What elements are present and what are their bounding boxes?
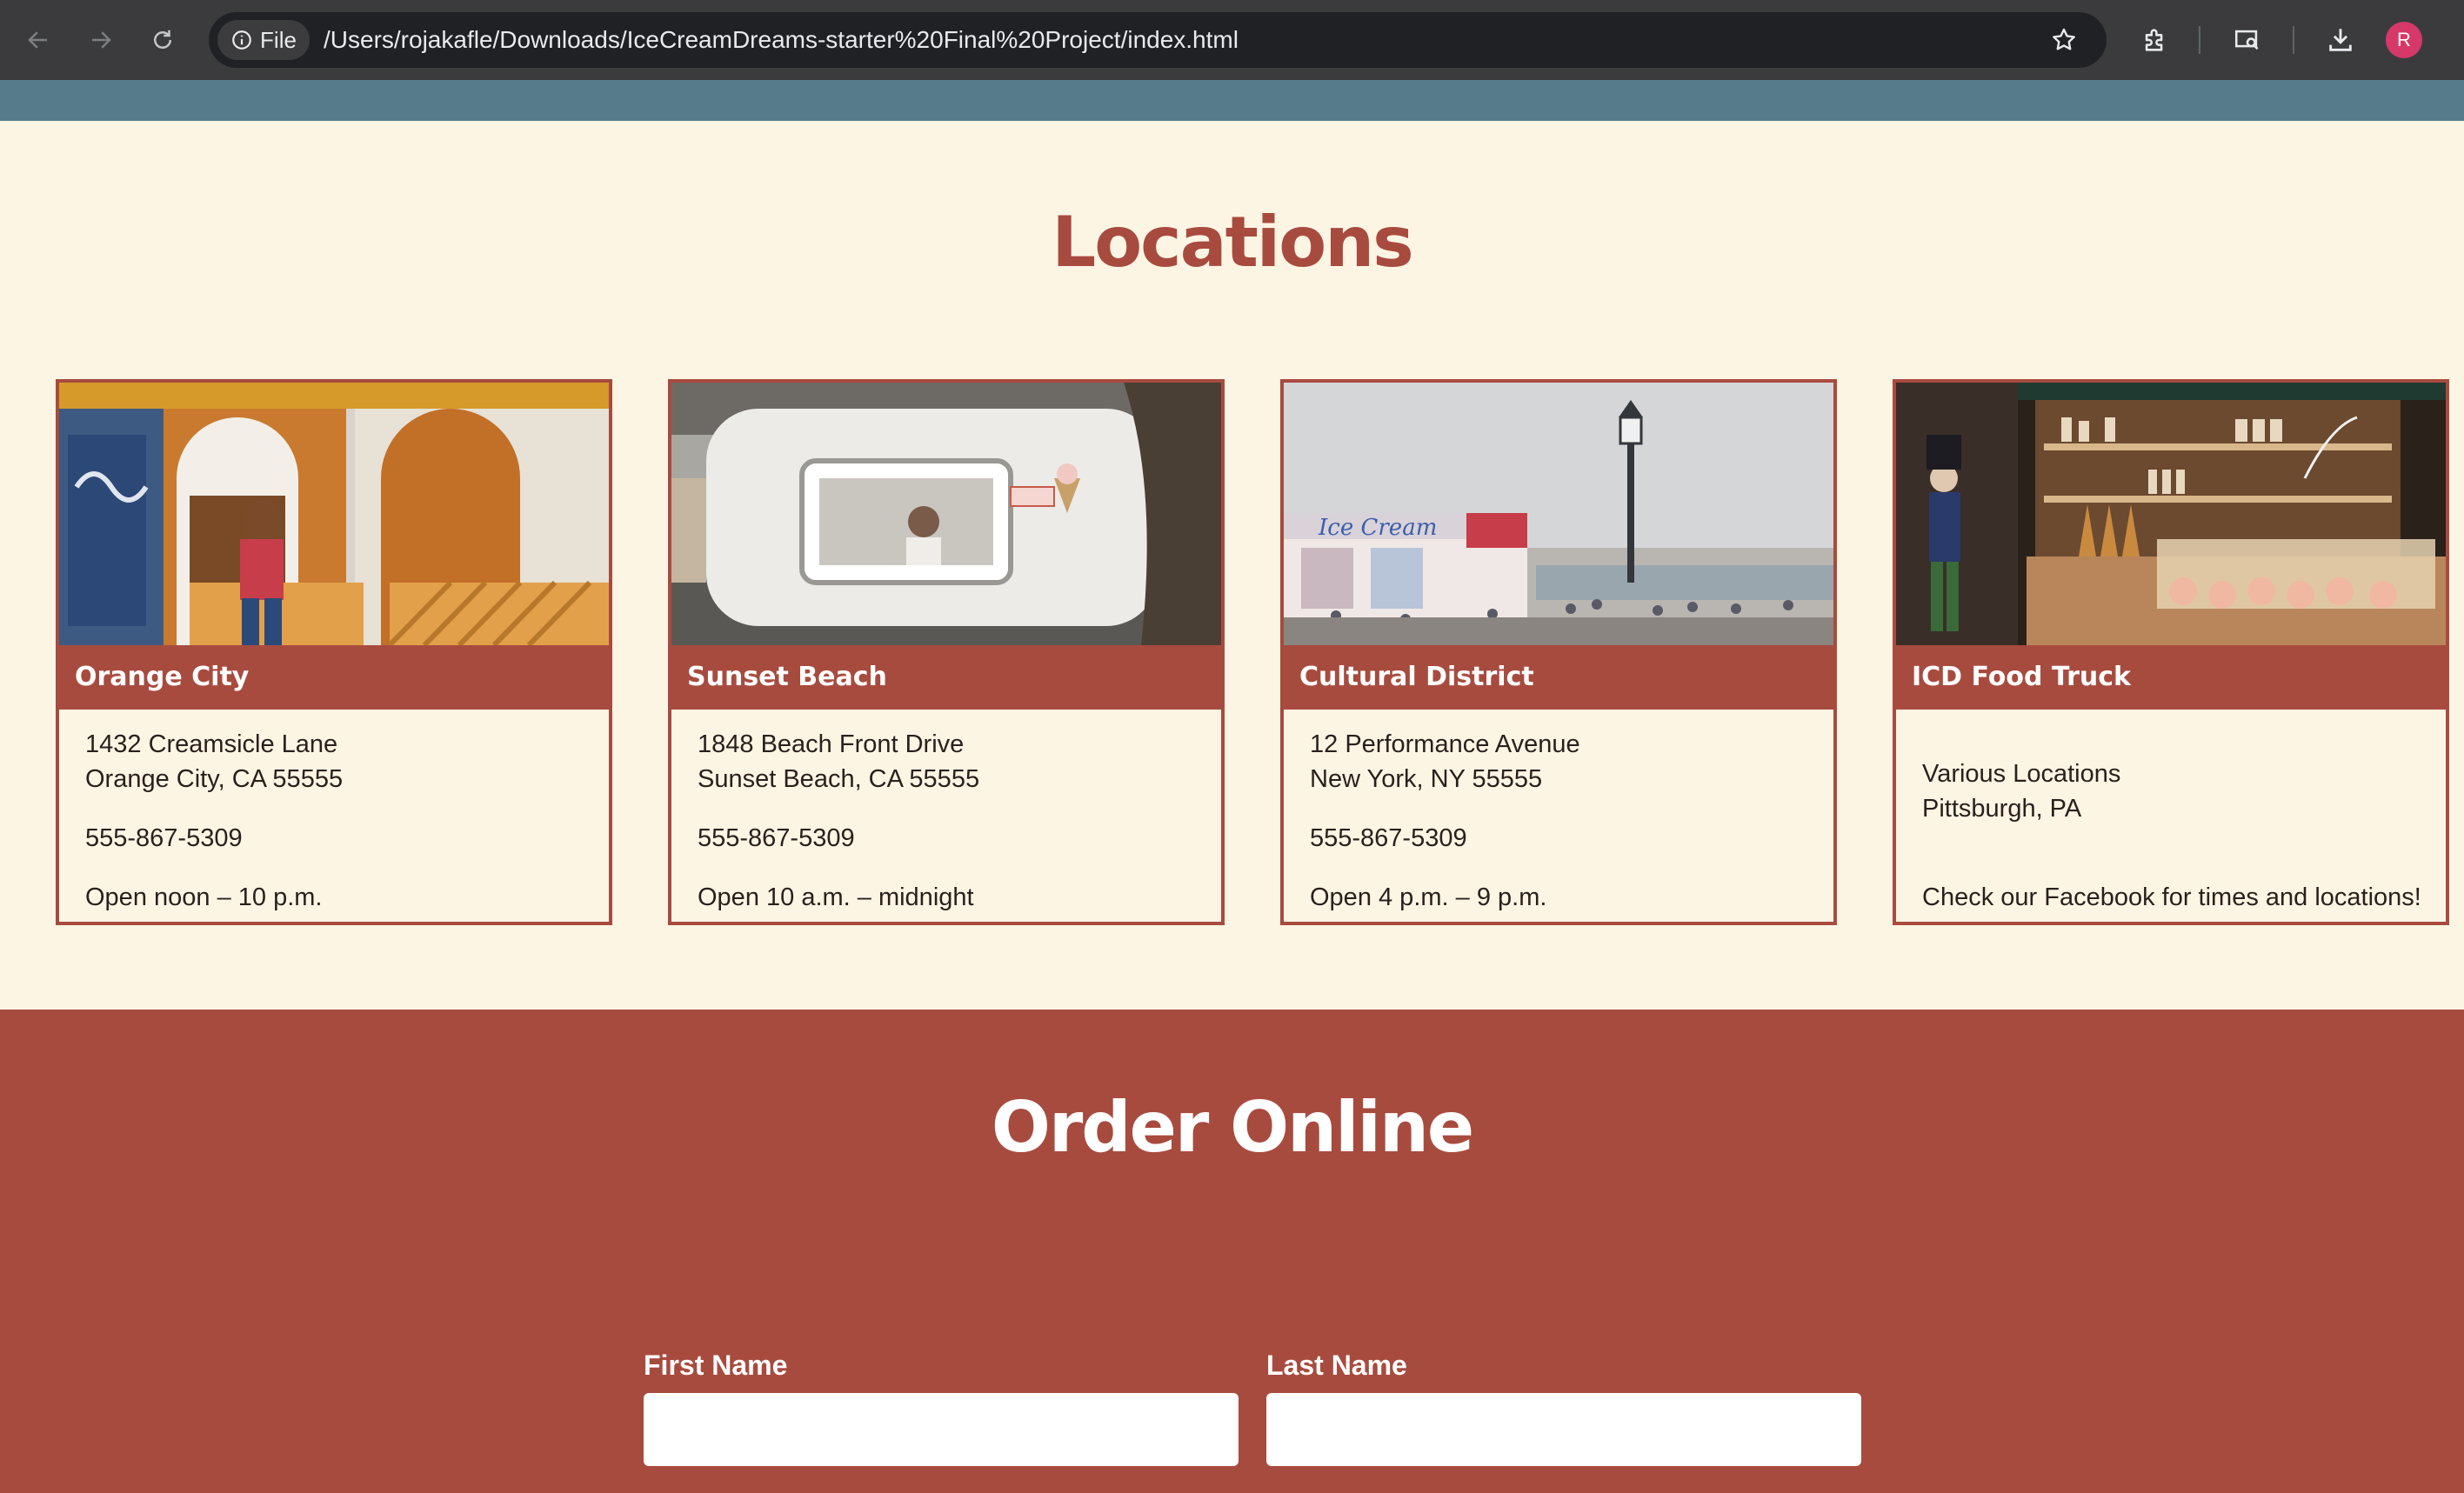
location-card-orange-city: Orange City 1432 Creamsicle Lane Orange … [56, 379, 612, 925]
location-card-icd-food-truck: ICD Food Truck Various Locations Pittsbu… [1893, 379, 2449, 925]
location-details: 1432 Creamsicle Lane Orange City, CA 555… [85, 727, 600, 915]
address-line-2: New York, NY 55555 [1310, 765, 1543, 793]
toolbar-divider [2199, 26, 2200, 54]
forward-arrow-icon [92, 31, 111, 49]
order-online-title: Order Online [991, 1087, 1474, 1168]
location-name: ICD Food Truck [1896, 645, 2446, 710]
opening-hours: Open 4 p.m. – 9 p.m. [1310, 883, 1547, 911]
phone-number: 555-867-5309 [85, 824, 243, 852]
forward-button[interactable] [80, 19, 122, 61]
address-line-1: 12 Performance Avenue [1310, 730, 1580, 758]
star-icon [2053, 28, 2075, 50]
address-line-2: Orange City, CA 55555 [85, 765, 344, 793]
info-icon [232, 30, 251, 50]
downloads-button[interactable] [2320, 19, 2361, 61]
site-info-chip[interactable]: File [217, 20, 310, 60]
location-photo-orange-city [59, 383, 609, 645]
location-name: Cultural District [1284, 645, 1833, 710]
address-line-1: Various Locations [1922, 760, 2121, 788]
back-button[interactable] [17, 19, 59, 61]
opening-hours: Open 10 a.m. – midnight [698, 883, 974, 911]
locations-title: Locations [1052, 202, 1414, 283]
location-photo-cultural-district: Ice Cream [1284, 383, 1833, 645]
svg-text:Ice Cream: Ice Cream [1318, 515, 1437, 541]
last-name-field[interactable] [1266, 1393, 1861, 1466]
address-line-1: 1432 Creamsicle Lane [85, 730, 338, 758]
location-details: 1848 Beach Front Drive Sunset Beach, CA … [698, 727, 1212, 915]
extensions-button[interactable] [2134, 19, 2176, 61]
profile-avatar[interactable]: R [2386, 22, 2422, 58]
location-name: Sunset Beach [671, 645, 1221, 710]
address-bar[interactable]: File /Users/rojakafle/Downloads/IceCream… [209, 12, 2107, 68]
location-details: 12 Performance Avenue New York, NY 55555… [1310, 727, 1825, 915]
phone-number: 555-867-5309 [698, 824, 855, 852]
tab-search-button[interactable] [2227, 19, 2268, 61]
first-name-label: First Name [644, 1350, 788, 1381]
location-name: Orange City [59, 645, 609, 710]
back-arrow-icon [28, 31, 47, 49]
opening-hours: Open noon – 10 p.m. [85, 883, 323, 911]
download-icon [2329, 29, 2352, 51]
facebook-note: Check our Facebook for times and locatio… [1922, 883, 2421, 911]
phone-number: 555-867-5309 [1310, 824, 1467, 852]
header-strip [0, 80, 2464, 121]
last-name-label: Last Name [1266, 1350, 1407, 1381]
toolbar-divider [2293, 26, 2294, 54]
location-card-sunset-beach: Sunset Beach 1848 Beach Front Drive Suns… [668, 379, 1225, 925]
address-line-2: Sunset Beach, CA 55555 [698, 765, 980, 793]
address-line-1: 1848 Beach Front Drive [698, 730, 965, 758]
browser-toolbar: File /Users/rojakafle/Downloads/IceCream… [0, 0, 2464, 80]
screen-search-icon [2234, 30, 2259, 50]
first-name-field[interactable] [644, 1393, 1239, 1466]
location-photo-sunset-beach [671, 383, 1221, 645]
puzzle-icon [2145, 29, 2163, 51]
location-photo-icd-food-truck [1896, 383, 2446, 645]
location-details: Various Locations Pittsburgh, PA Check o… [1922, 756, 2437, 915]
file-chip-label: File [260, 26, 297, 53]
reload-button[interactable] [142, 19, 184, 61]
address-line-2: Pittsburgh, PA [1922, 795, 2082, 823]
location-card-cultural-district: Ice Cream Cultural District 12 Performan… [1280, 379, 1837, 925]
reload-icon [154, 30, 171, 49]
url-text[interactable]: /Users/rojakafle/Downloads/IceCreamDream… [324, 12, 1239, 68]
bookmark-button[interactable] [2044, 20, 2084, 60]
